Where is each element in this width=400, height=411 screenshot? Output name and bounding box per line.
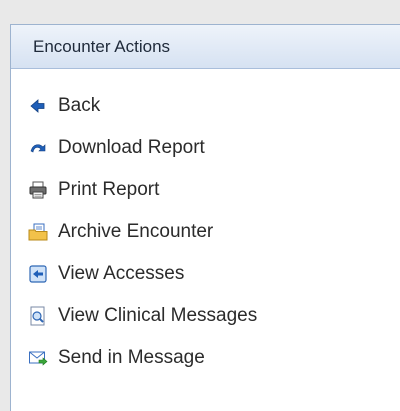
action-send-in-message[interactable]: Send in Message xyxy=(11,337,400,379)
document-magnifier-icon xyxy=(28,306,48,326)
encounter-actions-panel: Encounter Actions Back Download Report P… xyxy=(10,24,400,411)
action-back[interactable]: Back xyxy=(11,85,400,127)
mail-send-icon xyxy=(28,348,48,368)
download-arrow-icon xyxy=(28,138,48,158)
action-label: View Accesses xyxy=(58,263,185,284)
action-label: View Clinical Messages xyxy=(58,305,258,326)
archive-folder-icon xyxy=(28,222,48,242)
panel-header: Encounter Actions xyxy=(11,25,400,69)
action-label: Back xyxy=(58,95,101,116)
action-print-report[interactable]: Print Report xyxy=(11,169,400,211)
back-arrow-icon xyxy=(28,96,48,116)
action-label: Print Report xyxy=(58,179,160,200)
action-list: Back Download Report Print Report Archiv… xyxy=(11,69,400,379)
action-view-accesses[interactable]: View Accesses xyxy=(11,253,400,295)
view-accesses-icon xyxy=(28,264,48,284)
printer-icon xyxy=(28,180,48,200)
panel-title: Encounter Actions xyxy=(33,36,171,56)
action-label: Archive Encounter xyxy=(58,221,214,242)
action-view-clinical-messages[interactable]: View Clinical Messages xyxy=(11,295,400,337)
action-download-report[interactable]: Download Report xyxy=(11,127,400,169)
action-archive-encounter[interactable]: Archive Encounter xyxy=(11,211,400,253)
action-label: Send in Message xyxy=(58,347,205,368)
action-label: Download Report xyxy=(58,137,205,158)
